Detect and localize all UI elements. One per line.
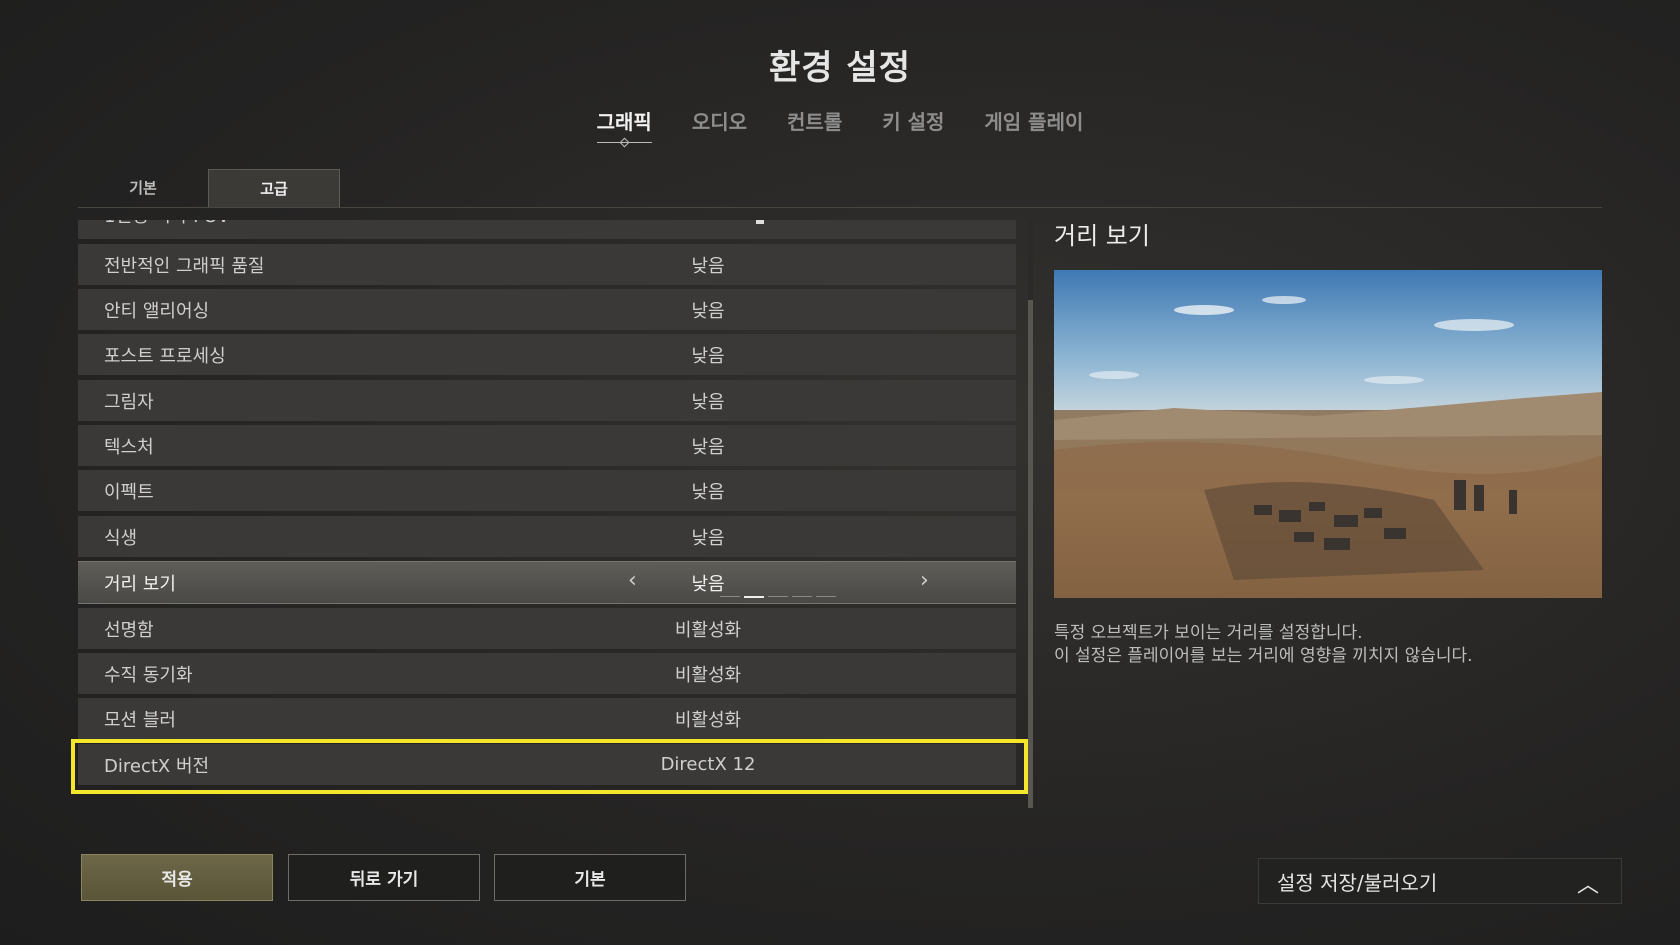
tab-audio[interactable]: 오디오 [692, 104, 747, 143]
setting-label: 이펙트 [104, 481, 154, 503]
setting-value: 낮음 [691, 481, 725, 503]
setting-value: 비활성화 [674, 709, 742, 731]
level-dot-active [744, 596, 764, 598]
setting-value: 낮음 [691, 391, 725, 413]
level-dot [720, 596, 740, 597]
detail-description: 특정 오브젝트가 보이는 거리를 설정합니다. 이 설정은 플레이어를 보는 거… [1054, 622, 1473, 668]
preview-image [1054, 270, 1602, 598]
level-dot [816, 596, 836, 597]
setting-row-fov[interactable]: 1인칭 시야 FOV 90 [78, 220, 1016, 239]
main-tabs: 그래픽 오디오 컨트롤 키 설정 게임 플레이 [0, 104, 1680, 143]
setting-label: 1인칭 시야 FOV [104, 220, 230, 228]
setting-label: 텍스처 [104, 436, 154, 458]
setting-label: 식생 [104, 527, 138, 549]
page-title: 환경 설정 [769, 48, 911, 88]
fov-value: 90 [931, 220, 991, 222]
setting-row-shadows[interactable]: 그림자 낮음 [78, 380, 1016, 421]
default-button[interactable]: 기본 [494, 854, 686, 901]
setting-value: 낮음 [691, 436, 725, 458]
setting-row-foliage[interactable]: 식생 낮음 [78, 516, 1016, 557]
setting-row-post-processing[interactable]: 포스트 프로세싱 낮음 [78, 334, 1016, 375]
setting-value: 비활성화 [674, 619, 742, 641]
setting-value: 낮음 [691, 573, 725, 595]
setting-value: 비활성화 [674, 664, 742, 686]
setting-row-overall-quality[interactable]: 전반적인 그래픽 품질 낮음 [78, 244, 1016, 285]
fov-slider-handle[interactable] [756, 220, 764, 224]
setting-label: 수직 동기화 [104, 664, 193, 686]
settings-scrollbar[interactable] [1028, 220, 1033, 808]
save-load-settings-dropdown[interactable]: 설정 저장/불러오기 ︿ [1258, 858, 1622, 904]
tab-key-settings[interactable]: 키 설정 [882, 104, 944, 143]
scrollbar-thumb[interactable] [1028, 300, 1033, 808]
level-indicator [720, 596, 836, 598]
setting-row-view-distance[interactable]: 거리 보기 ‹ 낮음 › [78, 561, 1016, 604]
detail-title: 거리 보기 [1054, 222, 1150, 250]
tab-control[interactable]: 컨트롤 [787, 104, 842, 143]
setting-label: 포스트 프로세싱 [104, 345, 226, 367]
back-button[interactable]: 뒤로 가기 [288, 854, 480, 901]
setting-value: DirectX 12 [660, 754, 756, 775]
tab-gameplay[interactable]: 게임 플레이 [984, 104, 1083, 143]
setting-row-textures[interactable]: 텍스처 낮음 [78, 425, 1016, 466]
setting-row-motion-blur[interactable]: 모션 블러 비활성화 [78, 698, 1016, 739]
setting-label: 그림자 [104, 391, 154, 413]
setting-value: 낮음 [691, 345, 725, 367]
chevron-up-icon: ︿ [1576, 873, 1599, 898]
apply-button[interactable]: 적용 [81, 854, 273, 901]
sub-tabs: 기본 고급 [78, 169, 340, 208]
tab-graphics[interactable]: 그래픽 [596, 104, 653, 143]
setting-label: 선명함 [104, 619, 154, 641]
setting-label: 거리 보기 [104, 573, 176, 595]
setting-label: 전반적인 그래픽 품질 [104, 255, 265, 277]
description-line: 이 설정은 플레이어를 보는 거리에 영향을 끼치지 않습니다. [1054, 646, 1473, 666]
setting-label: 모션 블러 [104, 709, 176, 731]
setting-value: 낮음 [691, 527, 725, 549]
settings-list: 1인칭 시야 FOV 90 전반적인 그래픽 품질 낮음 안티 앨리어싱 낮음 … [78, 220, 1016, 800]
setting-row-directx-version[interactable]: DirectX 버전 DirectX 12 [78, 744, 1016, 785]
divider [78, 207, 1602, 208]
setting-row-vsync[interactable]: 수직 동기화 비활성화 [78, 653, 1016, 694]
level-dot [768, 596, 788, 597]
chevron-right-icon[interactable]: › [920, 568, 929, 593]
description-line: 특정 오브젝트가 보이는 거리를 설정합니다. [1054, 623, 1363, 643]
setting-value: 낮음 [691, 300, 725, 322]
setting-value: 낮음 [691, 255, 725, 277]
subtab-basic[interactable]: 기본 [78, 169, 208, 207]
setting-row-anti-aliasing[interactable]: 안티 앨리어싱 낮음 [78, 289, 1016, 330]
subtab-advanced[interactable]: 고급 [208, 169, 340, 208]
setting-row-effects[interactable]: 이펙트 낮음 [78, 470, 1016, 511]
level-dot [792, 596, 812, 597]
setting-label: DirectX 버전 [104, 755, 210, 777]
setting-row-sharpness[interactable]: 선명함 비활성화 [78, 608, 1016, 649]
setting-label: 안티 앨리어싱 [104, 300, 210, 322]
save-load-label: 설정 저장/불러오기 [1277, 870, 1438, 895]
